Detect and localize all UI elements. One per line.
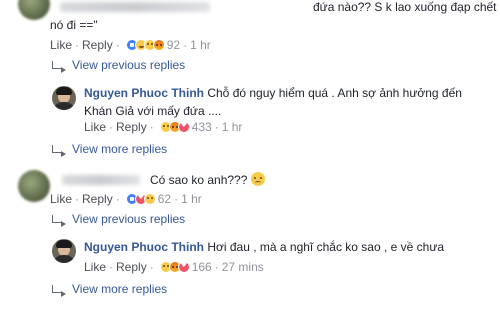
separator-dot: · <box>109 120 114 134</box>
reply-body: Nguyen Phuoc Thinh Hơi đau , mà a nghĩ c… <box>84 240 444 254</box>
timestamp[interactable]: 1 hr <box>222 120 243 134</box>
sad-emoji-icon <box>251 172 266 186</box>
love-reaction-icon <box>177 120 190 133</box>
reaction-count[interactable]: 433 <box>192 120 212 134</box>
reply-link[interactable]: Reply <box>82 192 113 206</box>
like-link[interactable]: Like <box>50 38 72 52</box>
reply-author-name[interactable]: Nguyen Phuoc Thinh <box>84 240 204 254</box>
separator-dot: · <box>183 38 188 52</box>
separator-dot: · <box>109 260 114 274</box>
reply-actions: Like · Reply · 166 · 27 mins <box>84 260 264 274</box>
comment-actions: Like · Reply · 62 · 1 hr <box>50 192 202 206</box>
view-previous-replies-link[interactable]: View previous replies <box>52 58 186 73</box>
reaction-count[interactable]: 92 <box>167 38 180 52</box>
love-reaction-icon <box>177 260 190 273</box>
separator-dot: · <box>75 192 80 206</box>
separator-dot: · <box>75 38 80 52</box>
separator-dot: · <box>174 192 179 206</box>
reply-avatar[interactable] <box>52 239 76 263</box>
separator-dot: · <box>149 120 154 134</box>
view-previous-replies-label: View previous replies <box>72 212 186 226</box>
commenter-avatar[interactable] <box>18 170 50 202</box>
reply-avatar[interactable] <box>52 86 76 110</box>
reply-link[interactable]: Reply <box>116 120 147 134</box>
separator-dot: · <box>149 260 154 274</box>
reactions-summary[interactable] <box>125 192 156 205</box>
sad-reaction-icon <box>143 193 156 205</box>
separator-dot: · <box>214 260 219 274</box>
view-more-replies-label: View more replies <box>72 282 168 296</box>
separator-dot: · <box>214 120 219 134</box>
view-more-replies-link[interactable]: View more replies <box>52 142 168 157</box>
comment-text-line2: nó đi ==" <box>50 18 98 32</box>
reply-text-line2: Khán Giả với mấy đứa .... <box>84 104 222 118</box>
reply-author-name[interactable]: Nguyen Phuoc Thinh <box>84 86 204 100</box>
commenter-name-blurred[interactable] <box>62 175 140 185</box>
like-link[interactable]: Like <box>50 192 72 206</box>
view-more-replies-link[interactable]: View more replies <box>52 282 168 297</box>
reply-text-line1: Chỗ đó nguy hiểm quá . Anh sợ ảnh hưởng … <box>207 86 462 100</box>
reply-body: Nguyen Phuoc Thinh Chỗ đó nguy hiểm quá … <box>84 86 462 100</box>
reply-arrow-icon <box>52 61 66 73</box>
reply-arrow-icon <box>52 215 66 227</box>
separator-dot: · <box>115 38 120 52</box>
timestamp[interactable]: 1 hr <box>181 192 202 206</box>
reply-link[interactable]: Reply <box>116 260 147 274</box>
like-link[interactable]: Like <box>84 120 106 134</box>
reaction-count[interactable]: 62 <box>158 192 171 206</box>
comment-actions: Like · Reply · 92 · 1 hr <box>50 38 211 52</box>
reply-arrow-icon <box>52 145 66 157</box>
reactions-summary[interactable] <box>125 39 165 51</box>
reply-actions: Like · Reply · 433 · 1 hr <box>84 120 242 134</box>
timestamp[interactable]: 1 hr <box>190 38 211 52</box>
comment-text: Có sao ko anh??? <box>150 172 266 187</box>
commenter-name-blurred[interactable] <box>60 2 210 12</box>
comment-text-content: Có sao ko anh??? <box>150 173 248 187</box>
reaction-count[interactable]: 166 <box>192 260 212 274</box>
view-previous-replies-label: View previous replies <box>72 58 186 72</box>
reactions-summary[interactable] <box>159 120 190 133</box>
reply-link[interactable]: Reply <box>82 38 113 52</box>
like-link[interactable]: Like <box>84 260 106 274</box>
view-more-replies-label: View more replies <box>72 142 168 156</box>
reply-text: Hơi đau , mà a nghĩ chắc ko sao , e về c… <box>207 240 445 254</box>
view-previous-replies-link[interactable]: View previous replies <box>52 212 186 227</box>
reply-arrow-icon <box>52 285 66 297</box>
comment-text-line1: đứa nào?? S k lao xuống đạp chết <box>313 0 497 14</box>
separator-dot: · <box>115 192 120 206</box>
commenter-avatar[interactable] <box>18 0 50 20</box>
timestamp[interactable]: 27 mins <box>222 260 264 274</box>
angry-reaction-icon <box>152 39 165 51</box>
reactions-summary[interactable] <box>159 260 190 273</box>
